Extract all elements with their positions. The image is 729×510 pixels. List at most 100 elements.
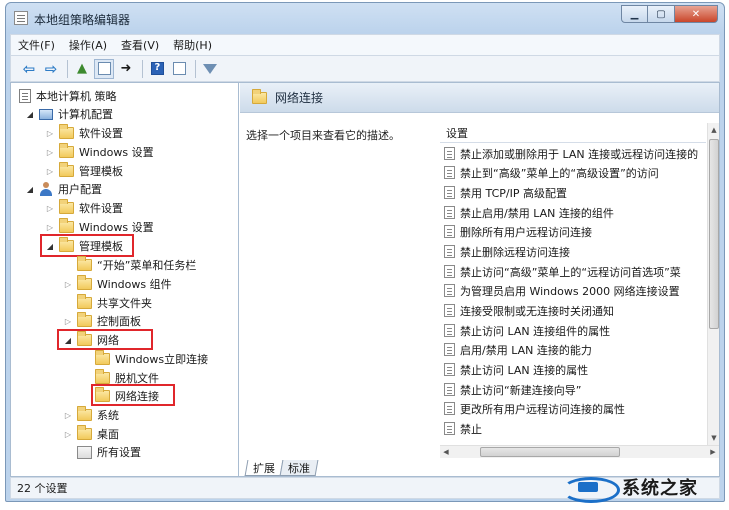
tree-item-windows-components[interactable]: Windows 组件 (63, 275, 172, 293)
collapsed-arrow-icon[interactable] (63, 316, 73, 326)
collapsed-arrow-icon[interactable] (45, 147, 55, 157)
tree-item-label: 所有设置 (97, 446, 141, 459)
up-folder-icon[interactable]: ▲ (72, 59, 92, 79)
list-item-label: 禁止访问 LAN 连接组件的属性 (460, 324, 611, 338)
list-item[interactable]: 禁止添加或删除用于 LAN 连接或远程访问连接的 (444, 144, 698, 163)
tree-item-system[interactable]: 系统 (63, 406, 119, 424)
list-item[interactable]: 禁止删除远程访问连接 (444, 242, 570, 261)
scroll-down-arrow-icon[interactable]: ▼ (708, 431, 720, 445)
list-item-label: 禁止访问“高级”菜单上的“远程访问首选项”菜 (460, 265, 681, 279)
tree-item-label: 共享文件夹 (97, 297, 152, 310)
folder-icon (77, 256, 92, 271)
scroll-right-arrow-icon[interactable]: ▶ (707, 446, 719, 458)
menu-help[interactable]: 帮助(H) (166, 37, 219, 53)
scroll-up-arrow-icon[interactable]: ▲ (708, 123, 720, 137)
list-item[interactable]: 连接受限制或无连接时关闭通知 (444, 301, 614, 320)
all-settings-icon (77, 445, 92, 459)
tree-item-control-panel[interactable]: 控制面板 (63, 312, 141, 330)
tab-extended[interactable]: 扩展 (244, 460, 284, 476)
collapsed-arrow-icon[interactable] (63, 410, 73, 420)
no-arrow (81, 373, 91, 383)
tree-item-user-software-settings[interactable]: 软件设置 (45, 199, 123, 217)
expanded-arrow-icon[interactable] (25, 109, 35, 119)
highlight-network (57, 329, 153, 350)
folder-icon (95, 369, 110, 384)
toolbar: ⇦ ⇨ ▲ ➜ (10, 56, 720, 82)
list-item-label: 禁止删除远程访问连接 (460, 245, 570, 259)
list-item[interactable]: 禁止启用/禁用 LAN 连接的组件 (444, 203, 614, 222)
tree-item-all-settings[interactable]: 所有设置 (63, 443, 141, 461)
tree-item-label: 系统 (97, 409, 119, 422)
tree-item-start-menu-taskbar[interactable]: “开始”菜单和任务栏 (63, 256, 196, 274)
list-item-label: 为管理员启用 Windows 2000 网络连接设置 (460, 284, 680, 298)
tree-item-user-config[interactable]: 用户配置 (25, 180, 102, 198)
view-tabs: 扩展 标准 (244, 460, 319, 477)
list-item[interactable]: 启用/禁用 LAN 连接的能力 (444, 340, 592, 359)
filter-icon[interactable] (200, 59, 220, 79)
policy-setting-icon (444, 343, 455, 356)
collapsed-arrow-icon[interactable] (45, 203, 55, 213)
policy-setting-icon (444, 284, 455, 297)
help-icon[interactable] (147, 59, 167, 79)
vertical-scroll-thumb[interactable] (709, 139, 719, 329)
list-item[interactable]: 禁止到“高级”菜单上的“高级设置”的访问 (444, 163, 659, 182)
tree-item-shared-folders[interactable]: 共享文件夹 (63, 294, 152, 312)
minimize-button[interactable]: ▁ (621, 5, 648, 23)
policy-setting-icon (444, 324, 455, 337)
properties-icon[interactable] (169, 59, 189, 79)
list-item[interactable]: 更改所有用户远程访问连接的属性 (444, 399, 625, 418)
scroll-left-arrow-icon[interactable]: ◀ (440, 446, 452, 458)
collapsed-arrow-icon[interactable] (45, 166, 55, 176)
list-item[interactable]: 删除所有用户远程访问连接 (444, 222, 592, 241)
collapsed-arrow-icon[interactable] (63, 279, 73, 289)
toolbar-separator (195, 59, 196, 78)
column-header-setting[interactable]: 设置 (440, 123, 706, 143)
tree-root[interactable]: 本地计算机 策略 (19, 87, 117, 105)
settings-list: 设置 禁止添加或删除用于 LAN 连接或远程访问连接的 禁止到“高级”菜单上的“… (440, 123, 706, 445)
tab-standard[interactable]: 标准 (279, 460, 319, 476)
no-arrow (63, 260, 73, 270)
list-item[interactable]: 禁止访问“高级”菜单上的“远程访问首选项”菜 (444, 262, 681, 281)
collapsed-arrow-icon[interactable] (63, 429, 73, 439)
tree-item-label: Windows 组件 (97, 278, 172, 291)
title-bar[interactable]: 本地组策略编辑器 ▁ ▢ ✕ (6, 3, 724, 33)
tree-item-windows-connect-now[interactable]: Windows立即连接 (81, 350, 208, 368)
close-button[interactable]: ✕ (675, 5, 718, 23)
tree-item-label: 软件设置 (79, 202, 123, 215)
help-square-icon (150, 62, 164, 75)
funnel-icon (203, 63, 217, 74)
list-item[interactable]: 禁止访问 LAN 连接组件的属性 (444, 321, 610, 340)
horizontal-scroll-thumb[interactable] (480, 447, 620, 457)
tree-item-software-settings[interactable]: 软件设置 (45, 124, 123, 142)
menu-action[interactable]: 操作(A) (62, 37, 114, 53)
list-item[interactable]: 禁止访问 LAN 连接的属性 (444, 360, 588, 379)
back-arrow-icon[interactable]: ⇦ (19, 59, 39, 79)
policy-setting-icon (444, 206, 455, 219)
forward-arrow-icon[interactable]: ⇨ (41, 59, 61, 79)
list-item[interactable]: 禁用 TCP/IP 高级配置 (444, 183, 567, 202)
tree-item-admin-templates[interactable]: 管理模板 (45, 162, 123, 180)
policy-setting-icon (444, 265, 455, 278)
collapsed-arrow-icon[interactable] (45, 222, 55, 232)
horizontal-scrollbar[interactable]: ◀ ▶ (440, 445, 719, 458)
tree-item-computer-config[interactable]: 计算机配置 (25, 105, 113, 123)
content-area: 本地计算机 策略 计算机配置 软件设置 Windows 设置 管理模板 (10, 82, 720, 477)
no-arrow (81, 391, 91, 401)
expanded-arrow-icon[interactable] (25, 184, 35, 194)
tree-item-windows-settings[interactable]: Windows 设置 (45, 143, 154, 161)
export-list-icon[interactable]: ➜ (116, 59, 136, 79)
maximize-button[interactable]: ▢ (648, 5, 675, 23)
list-item[interactable]: 禁止访问“新建连接向导” (444, 380, 581, 399)
highlight-admin-templates (40, 234, 134, 257)
list-item[interactable]: 为管理员启用 Windows 2000 网络连接设置 (444, 281, 680, 300)
no-arrow (63, 298, 73, 308)
menu-view[interactable]: 查看(V) (114, 37, 166, 53)
list-item-label: 更改所有用户远程访问连接的属性 (460, 402, 625, 416)
tree-item-desktop[interactable]: 桌面 (63, 425, 119, 443)
collapsed-arrow-icon[interactable] (45, 128, 55, 138)
menu-file[interactable]: 文件(F) (11, 37, 62, 53)
show-hide-tree-icon[interactable] (94, 58, 114, 79)
toolbar-separator (67, 59, 68, 78)
list-item[interactable]: 禁止 (444, 419, 482, 438)
vertical-scrollbar[interactable]: ▲ ▼ (707, 123, 719, 445)
